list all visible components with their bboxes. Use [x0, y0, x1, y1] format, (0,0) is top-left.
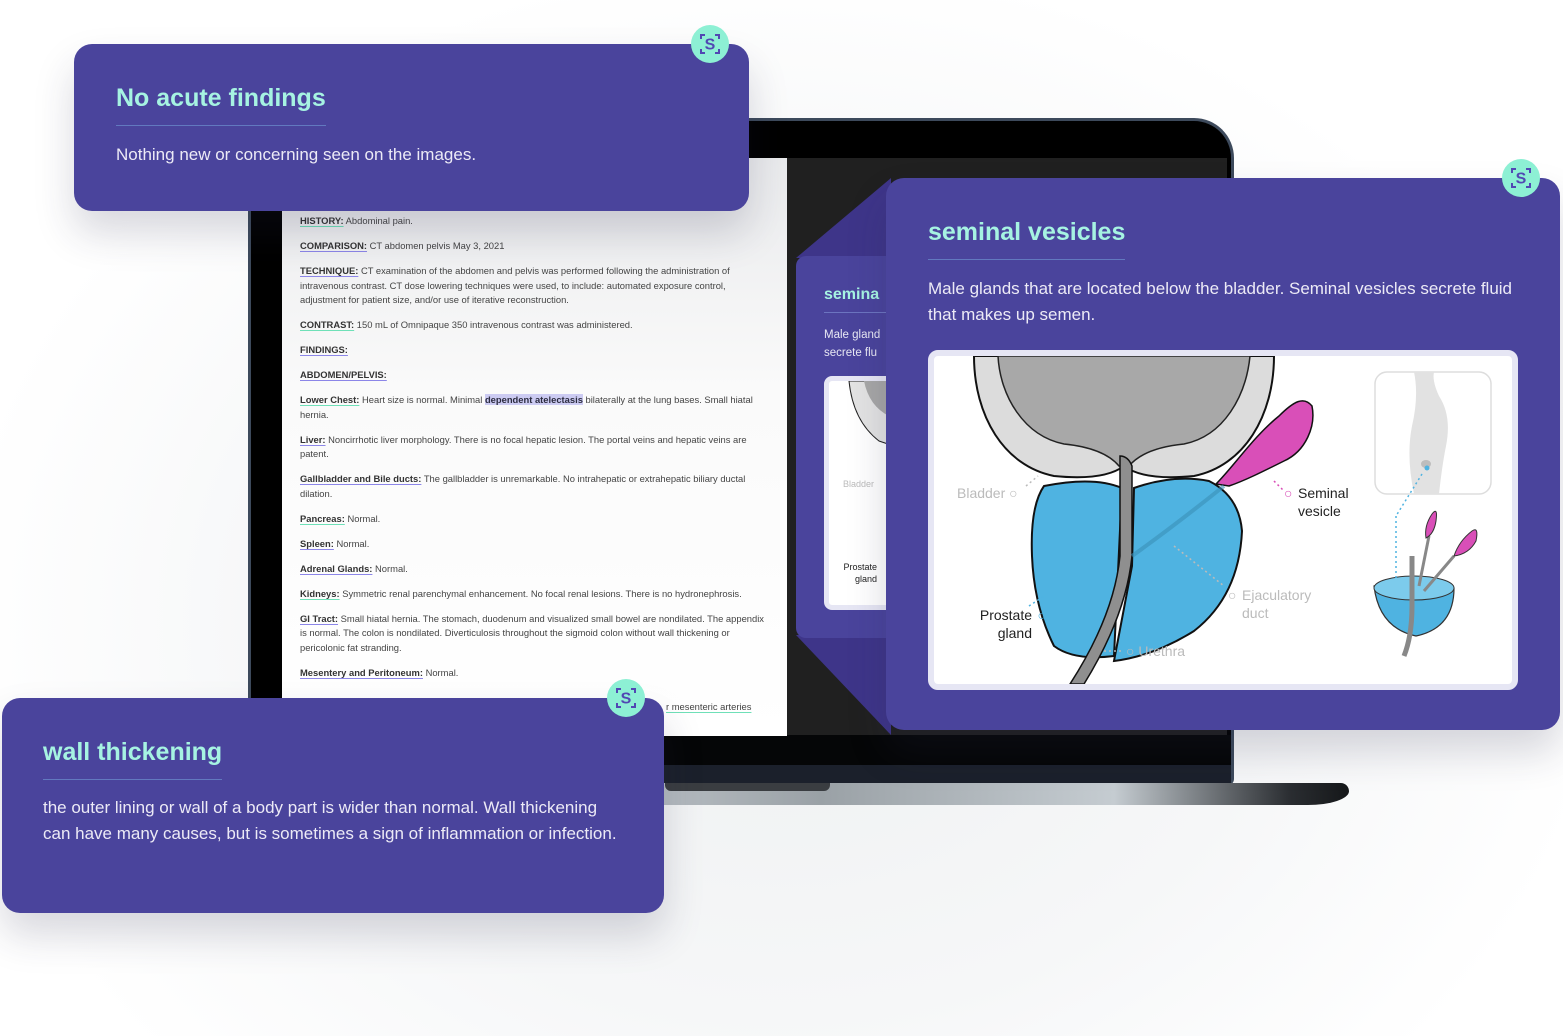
tooltip-title: No acute findings [116, 84, 326, 126]
report-section-label[interactable]: Adrenal Glands: [300, 563, 372, 574]
report-section-label[interactable]: ABDOMEN/PELVIS: [300, 369, 387, 380]
report-text: Symmetric renal parenchymal enhancement.… [342, 587, 742, 599]
s-logo-icon: S [616, 688, 636, 708]
report-paragraph: TECHNIQUE: CT examination of the abdomen… [300, 264, 770, 308]
tooltip-description: the outer lining or wall of a body part … [43, 798, 617, 843]
label-bladder: Bladder ○ [957, 485, 1018, 501]
report-section-label[interactable]: Pancreas: [300, 513, 345, 524]
label-urethra: ○ Urethra [1126, 643, 1186, 659]
report-text: Heart size is normal. Minimal [362, 394, 483, 405]
report-paragraph: Gallbladder and Bile ducts: The gallblad… [300, 472, 770, 501]
report-section-label[interactable]: HISTORY: [300, 215, 344, 226]
tooltip-no-acute-findings: No acute findings Nothing new or concern… [74, 25, 749, 211]
highlighted-term[interactable]: dependent atelectasis [484, 394, 583, 405]
report-paragraph: HISTORY: Abdominal pain. [300, 214, 770, 229]
report-paragraph: Spleen: Normal. [300, 537, 770, 552]
report-text: Normal. [336, 537, 370, 549]
report-text: Normal. [425, 666, 459, 678]
report-section-label[interactable]: Liver: [300, 434, 326, 445]
report-text: Normal. [347, 512, 381, 524]
svg-text:S: S [705, 37, 716, 54]
report-text: Small hiatal hernia. The stomach, duoden… [300, 612, 764, 653]
label-ejaculatory-duct: ○ Ejaculatory duct [1228, 587, 1312, 621]
report-section-label[interactable]: GI Tract: [300, 613, 338, 624]
report-text: Normal. [375, 562, 408, 574]
report-section-label[interactable]: COMPARISON: [300, 240, 367, 251]
report-paragraph: FINDINGS: [300, 343, 770, 358]
tooltip-description: Nothing new or concerning seen on the im… [116, 145, 477, 164]
report-paragraph: Pancreas: Normal. [300, 512, 770, 527]
report-paragraph: ABDOMEN/PELVIS: [300, 368, 770, 383]
s-logo-icon: S [700, 34, 720, 54]
s-logo-badge[interactable]: S [1502, 159, 1540, 197]
anatomy-illustration: Bladder ○ ○ Seminal vesicle ○ Ejaculatory … [928, 350, 1518, 690]
report-section-label[interactable]: FINDINGS: [300, 344, 348, 355]
report-section-label[interactable]: Lower Chest: [300, 394, 359, 405]
term-link[interactable]: r mesenteric arteries [666, 701, 751, 712]
report-paragraph: Adrenal Glands: Normal. [300, 562, 770, 577]
report-section-label[interactable]: Gallbladder and Bile ducts: [300, 473, 421, 484]
report-text: CT abdomen pelvis May 3, 2021 [369, 240, 505, 251]
report-section-label[interactable]: CONTRAST: [300, 319, 354, 330]
report-paragraph: Liver: Noncirrhotic liver morphology. Th… [300, 433, 770, 462]
tooltip-title: seminal vesicles [928, 218, 1126, 260]
screen-edge [262, 158, 282, 736]
ghost-label-line: gland [855, 574, 878, 584]
laptop-notch [665, 783, 830, 791]
tooltip-wall-thickening: wall thickening the outer lining or wall… [2, 679, 664, 913]
prostate-right-lobe [1112, 477, 1244, 663]
report-paragraph: Kidneys: Symmetric renal parenchymal enh… [300, 587, 770, 602]
label-seminal-vesicle: ○ Seminal vesicle [1284, 485, 1349, 519]
report-body: HISTORY: Abdominal pain. COMPARISON: CT a… [300, 214, 770, 691]
report-paragraph: COMPARISON: CT abdomen pelvis May 3, 202… [300, 239, 770, 254]
report-text: 150 mL of Omnipaque 350 intravenous cont… [356, 319, 633, 330]
s-logo-icon: S [1511, 168, 1531, 188]
ghost-title: semina [824, 286, 880, 303]
radiology-report: HISTORY: Abdominal pain. COMPARISON: CT a… [282, 158, 787, 736]
ghost-label-prostate: Prostate gland [841, 561, 878, 585]
s-logo-badge[interactable]: S [607, 679, 645, 717]
report-section-label[interactable]: Kidneys: [300, 588, 340, 599]
ghost-label-line: Prostate [843, 562, 878, 572]
report-section-label[interactable]: Mesentery and Peritoneum: [300, 667, 423, 678]
report-paragraph: GI Tract: Small hiatal hernia. The stoma… [300, 612, 770, 656]
report-text: Abdominal pain. [345, 215, 413, 226]
svg-text:S: S [621, 691, 632, 708]
tooltip-seminal-vesicles: seminal vesicles Male glands that are lo… [886, 159, 1560, 730]
report-paragraph: Lower Chest: Heart size is normal. Minim… [300, 393, 770, 422]
label-prostate-gland: Prostate gland ○ [979, 607, 1046, 641]
s-logo-badge[interactable]: S [691, 25, 729, 63]
ghost-label-bladder: Bladder [843, 479, 875, 489]
report-paragraph: Mesentery and Peritoneum: Normal. [300, 666, 770, 681]
report-section-label[interactable]: TECHNIQUE: [300, 265, 358, 276]
report-text: CT examination of the abdomen and pelvis… [300, 265, 730, 305]
svg-text:S: S [1516, 171, 1527, 188]
report-paragraph: CONTRAST: 150 mL of Omnipaque 350 intrav… [300, 318, 770, 333]
tooltip-description: Male glands that are located below the b… [928, 279, 1513, 324]
report-tail-text: r mesenteric arteries [666, 701, 751, 712]
report-text: Noncirrhotic liver morphology. There is … [300, 433, 747, 460]
tooltip-title: wall thickening [43, 738, 223, 780]
report-section-label[interactable]: Spleen: [300, 538, 334, 549]
